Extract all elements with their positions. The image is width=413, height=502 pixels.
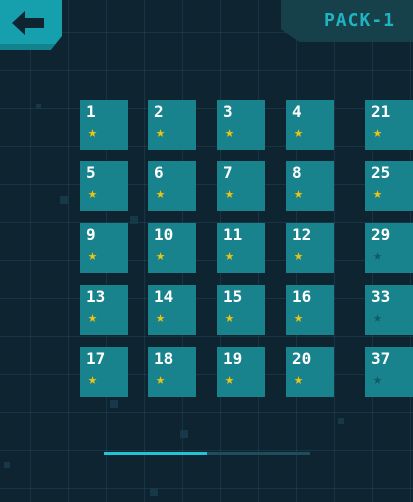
- star-icon: ★: [88, 308, 98, 326]
- level-number: 6: [154, 163, 164, 182]
- level-tile-29[interactable]: 29 ★: [365, 223, 413, 273]
- star-icon: ★: [225, 370, 235, 388]
- level-tile-19[interactable]: 19 ★: [217, 347, 265, 397]
- level-tile-20[interactable]: 20 ★: [286, 347, 334, 397]
- level-tile-11[interactable]: 11 ★: [217, 223, 265, 273]
- star-icon: ★: [294, 308, 304, 326]
- level-tile-15[interactable]: 15 ★: [217, 285, 265, 335]
- level-tile-21[interactable]: 21 ★: [365, 100, 413, 150]
- star-icon: ★: [373, 184, 383, 202]
- level-number: 17: [86, 349, 106, 368]
- level-number: 25: [371, 163, 391, 182]
- star-icon: ★: [294, 184, 304, 202]
- level-tile-37[interactable]: 37 ★: [365, 347, 413, 397]
- star-icon: ★: [294, 246, 304, 264]
- level-tile-2[interactable]: 2 ★: [148, 100, 196, 150]
- star-icon: ★: [156, 246, 166, 264]
- level-number: 11: [223, 225, 243, 244]
- level-number: 8: [292, 163, 302, 182]
- level-tile-7[interactable]: 7 ★: [217, 161, 265, 211]
- level-tile-33[interactable]: 33 ★: [365, 285, 413, 335]
- level-tile-3[interactable]: 3 ★: [217, 100, 265, 150]
- star-icon: ★: [294, 123, 304, 141]
- level-tile-8[interactable]: 8 ★: [286, 161, 334, 211]
- level-number: 18: [154, 349, 174, 368]
- star-icon: ★: [88, 184, 98, 202]
- star-icon: ★: [373, 246, 383, 264]
- star-icon: ★: [156, 184, 166, 202]
- level-tile-13[interactable]: 13 ★: [80, 285, 128, 335]
- star-icon: ★: [373, 370, 383, 388]
- level-number: 29: [371, 225, 391, 244]
- pack-title: PACK-1: [323, 10, 395, 31]
- page-indicator: [104, 452, 310, 455]
- star-icon: ★: [156, 123, 166, 141]
- level-number: 19: [223, 349, 243, 368]
- level-number: 1: [86, 102, 96, 121]
- bg-speck: [60, 196, 68, 204]
- star-icon: ★: [294, 370, 304, 388]
- bg-speck: [180, 430, 188, 438]
- level-tile-5[interactable]: 5 ★: [80, 161, 128, 211]
- level-number: 9: [86, 225, 96, 244]
- arrow-left-icon: [12, 11, 44, 35]
- bg-speck: [4, 462, 10, 468]
- page-indicator-fill: [104, 452, 207, 455]
- star-icon: ★: [373, 123, 383, 141]
- level-number: 10: [154, 225, 174, 244]
- star-icon: ★: [225, 184, 235, 202]
- level-number: 13: [86, 287, 106, 306]
- bg-speck: [36, 104, 41, 109]
- back-button[interactable]: [0, 0, 62, 50]
- level-tile-18[interactable]: 18 ★: [148, 347, 196, 397]
- level-number: 21: [371, 102, 391, 121]
- level-tile-4[interactable]: 4 ★: [286, 100, 334, 150]
- level-tile-10[interactable]: 10 ★: [148, 223, 196, 273]
- star-icon: ★: [156, 370, 166, 388]
- level-number: 14: [154, 287, 174, 306]
- level-number: 37: [371, 349, 391, 368]
- star-icon: ★: [88, 123, 98, 141]
- level-number: 15: [223, 287, 243, 306]
- bg-speck: [130, 216, 138, 224]
- bg-speck: [110, 400, 118, 408]
- level-tile-16[interactable]: 16 ★: [286, 285, 334, 335]
- level-number: 3: [223, 102, 233, 121]
- level-number: 4: [292, 102, 302, 121]
- star-icon: ★: [225, 308, 235, 326]
- star-icon: ★: [156, 308, 166, 326]
- level-number: 20: [292, 349, 312, 368]
- star-icon: ★: [225, 246, 235, 264]
- star-icon: ★: [225, 123, 235, 141]
- level-number: 33: [371, 287, 391, 306]
- level-tile-14[interactable]: 14 ★: [148, 285, 196, 335]
- bg-speck: [150, 488, 158, 496]
- bg-speck: [338, 418, 344, 424]
- level-number: 16: [292, 287, 312, 306]
- star-icon: ★: [88, 370, 98, 388]
- level-tile-1[interactable]: 1 ★: [80, 100, 128, 150]
- level-number: 2: [154, 102, 164, 121]
- level-tile-9[interactable]: 9 ★: [80, 223, 128, 273]
- level-number: 7: [223, 163, 233, 182]
- level-tile-12[interactable]: 12 ★: [286, 223, 334, 273]
- level-number: 5: [86, 163, 96, 182]
- level-tile-25[interactable]: 25 ★: [365, 161, 413, 211]
- level-tile-17[interactable]: 17 ★: [80, 347, 128, 397]
- star-icon: ★: [88, 246, 98, 264]
- level-tile-6[interactable]: 6 ★: [148, 161, 196, 211]
- star-icon: ★: [373, 308, 383, 326]
- level-number: 12: [292, 225, 312, 244]
